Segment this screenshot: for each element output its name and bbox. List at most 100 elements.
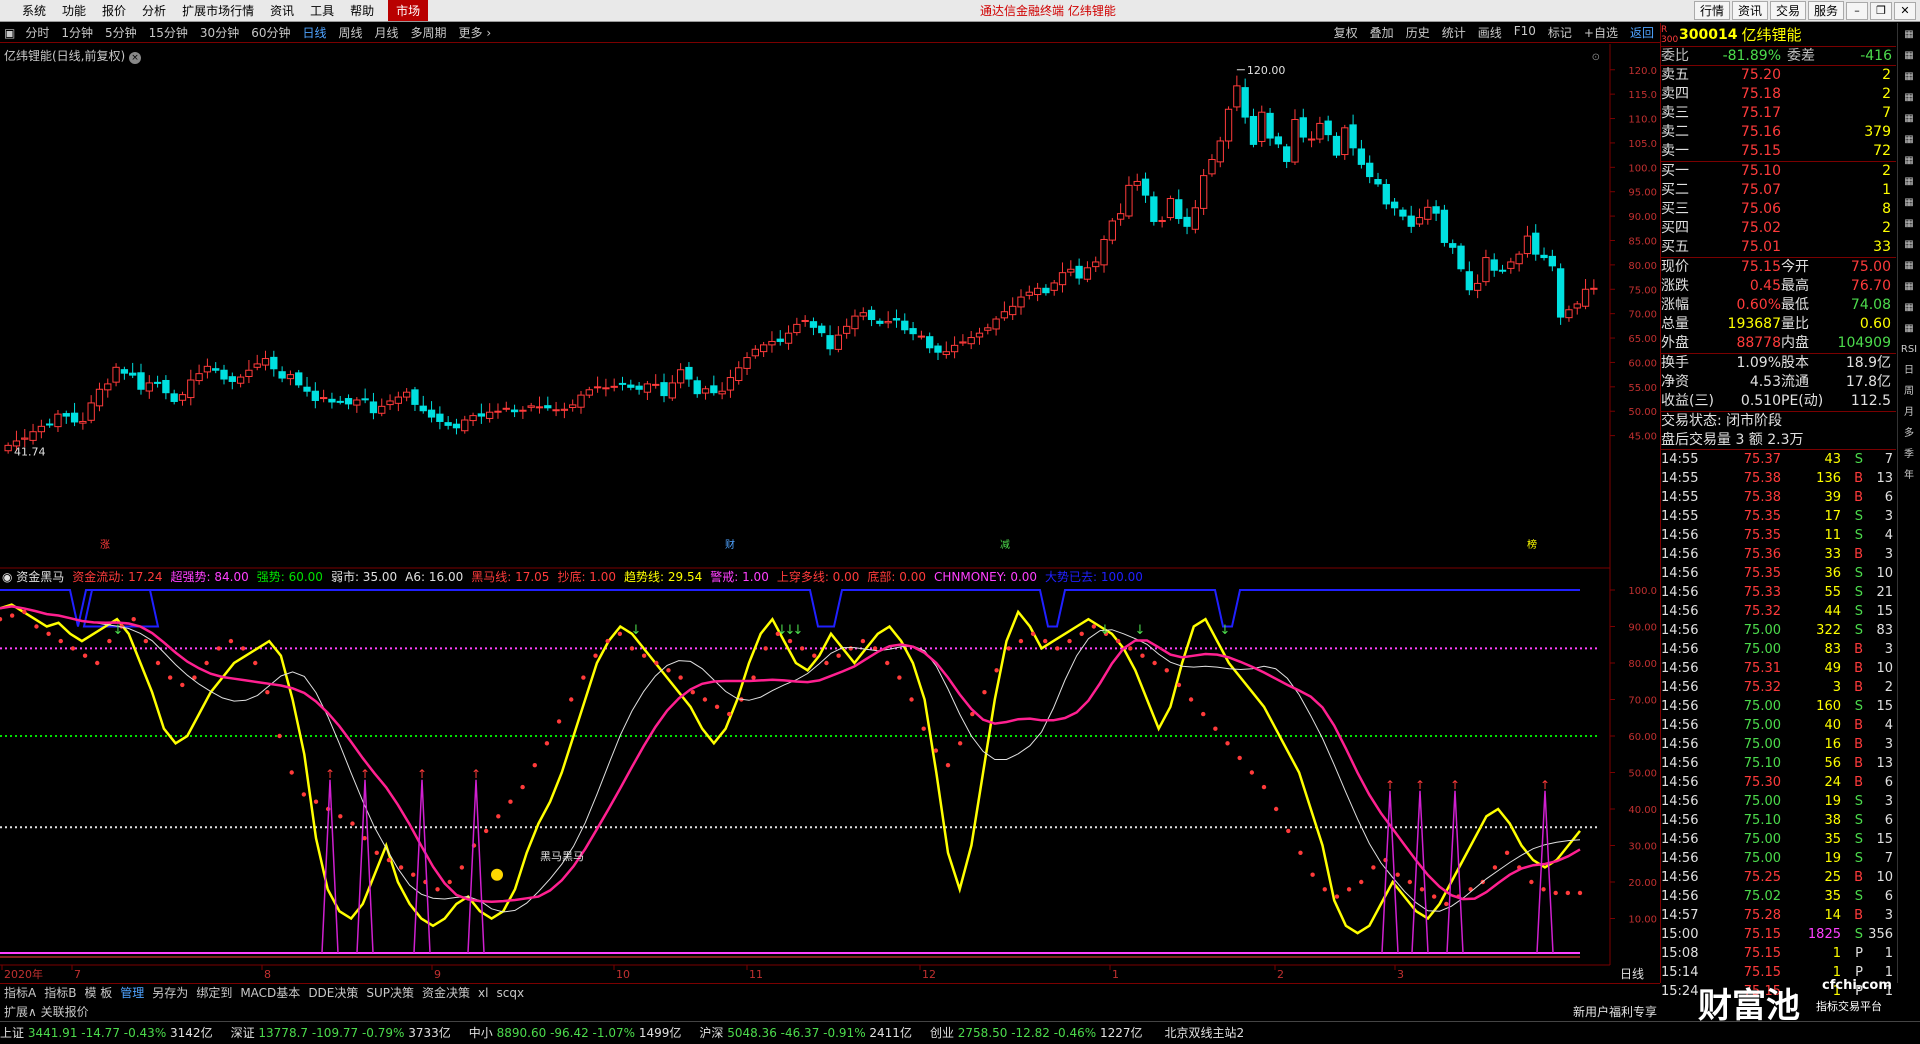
- news-tab-button[interactable]: 资讯: [1731, 1, 1768, 20]
- add-watchlist-button[interactable]: +自选: [1578, 24, 1624, 41]
- tab-daily[interactable]: 日线: [296, 24, 332, 41]
- indicator-tab[interactable]: 绑定到: [192, 984, 236, 1001]
- side-tool-icon[interactable]: ▦: [1900, 236, 1918, 254]
- candle-body: [668, 382, 676, 399]
- ind-ytick-label: 70.00: [1628, 696, 1657, 707]
- tab-5min[interactable]: 5分钟: [99, 24, 143, 41]
- indicator-tab[interactable]: 模 板: [80, 984, 116, 1001]
- menu-item-function[interactable]: 功能: [54, 2, 94, 19]
- indicator-tab[interactable]: 指标B: [40, 984, 80, 1001]
- tick-time: 14:55: [1661, 509, 1699, 524]
- menu-item-ext-market[interactable]: 扩展市场行情: [174, 2, 262, 19]
- side-tool-icon[interactable]: 日: [1900, 362, 1918, 380]
- candle-body: [212, 368, 220, 371]
- indicator-tab[interactable]: DDE决策: [304, 984, 362, 1001]
- chart-area[interactable]: 120.0 115.0 110.0 105.0 100.0 95.00 90.00 85.00…: [0, 44, 1660, 1044]
- tab-intraday[interactable]: 分时: [19, 24, 55, 41]
- side-tool-icon[interactable]: 多: [1900, 425, 1918, 443]
- return-button[interactable]: 返回: [1624, 24, 1660, 41]
- tab-weekly[interactable]: 周线: [333, 24, 369, 41]
- market-button[interactable]: 市场: [388, 0, 429, 21]
- menu-item-analysis[interactable]: 分析: [134, 2, 174, 19]
- ext-toggle[interactable]: 扩展∧ 关联报价: [4, 1003, 89, 1020]
- side-tool-icon[interactable]: 年: [1900, 467, 1918, 485]
- window-icon[interactable]: ▣: [0, 26, 19, 40]
- trade-tab-button[interactable]: 交易: [1769, 1, 1806, 20]
- indicator-tab[interactable]: 管理: [116, 984, 148, 1001]
- indicator-tab[interactable]: xl: [474, 986, 492, 1000]
- side-tool-icon[interactable]: ▦: [1900, 278, 1918, 296]
- side-tool-icon[interactable]: ▦: [1900, 131, 1918, 149]
- tab-more[interactable]: 更多 ›: [453, 24, 498, 41]
- candle-body: [843, 325, 851, 334]
- index-quote[interactable]: 创业 2758.50 -12.82 -0.46% 1227亿: [930, 1024, 1143, 1041]
- side-tool-icon[interactable]: ▦: [1900, 299, 1918, 317]
- tab-multi-period[interactable]: 多周期: [405, 24, 453, 41]
- tick-list[interactable]: 14:55 75.37 43 S 7 14:55 75.38 136 B 13 14:55 75.38…: [1661, 450, 1896, 1001]
- menu-item-system[interactable]: 系统: [14, 2, 54, 19]
- ind-ytick-label: 60.00: [1628, 732, 1657, 743]
- indicator-tab[interactable]: 另存为: [148, 984, 192, 1001]
- index-quote[interactable]: 上证 3441.91 -14.77 -0.43% 3142亿: [0, 1024, 213, 1041]
- side-tool-icon[interactable]: ▦: [1900, 68, 1918, 86]
- tab-60min[interactable]: 60分钟: [245, 24, 296, 41]
- menu-item-help[interactable]: 帮助: [342, 2, 382, 19]
- candle-body: [220, 369, 228, 380]
- info-circle-icon[interactable]: ×: [129, 52, 142, 64]
- side-tool-icon[interactable]: ▦: [1900, 194, 1918, 212]
- index-quote[interactable]: 深证 13778.7 -109.77 -0.79% 3733亿: [231, 1024, 451, 1041]
- candle-body: [1150, 196, 1158, 222]
- tab-15min[interactable]: 15分钟: [143, 24, 194, 41]
- side-tool-icon[interactable]: ▦: [1900, 152, 1918, 170]
- side-tool-icon[interactable]: ▦: [1900, 320, 1918, 338]
- tab-monthly[interactable]: 月线: [369, 24, 405, 41]
- history-button[interactable]: 历史: [1400, 24, 1436, 41]
- tab-30min[interactable]: 30分钟: [194, 24, 245, 41]
- money-flow-dot: [1091, 624, 1097, 629]
- side-tool-icon[interactable]: RSI: [1900, 341, 1918, 359]
- index-quote[interactable]: 沪深 5048.36 -46.37 -0.91% 2411亿: [699, 1024, 912, 1041]
- indicator-tab[interactable]: 指标A: [0, 984, 40, 1001]
- side-tool-icon[interactable]: ▦: [1900, 110, 1918, 128]
- menu-item-tools[interactable]: 工具: [302, 2, 342, 19]
- indicator-tab[interactable]: SUP决策: [362, 984, 418, 1001]
- side-tool-icon[interactable]: ▦: [1900, 173, 1918, 191]
- service-tab-button[interactable]: 服务: [1807, 1, 1844, 20]
- tick-time: 14:56: [1661, 851, 1699, 866]
- side-tool-icon[interactable]: 周: [1900, 383, 1918, 401]
- menu-item-quote[interactable]: 报价: [94, 2, 134, 19]
- side-tool-icon[interactable]: ▦: [1900, 47, 1918, 65]
- ytick-label: 75.00: [1628, 285, 1657, 296]
- f10-button[interactable]: F10: [1508, 24, 1542, 41]
- menu-item-news[interactable]: 资讯: [262, 2, 302, 19]
- quote-tab-button[interactable]: 行情: [1693, 1, 1730, 20]
- money-flow-dot: [34, 624, 39, 629]
- tick-row: 14:56 75.31 49 B 10: [1661, 659, 1896, 678]
- side-tool-icon[interactable]: ▦: [1900, 89, 1918, 107]
- adjust-button[interactable]: 复权: [1328, 24, 1364, 41]
- overlay-button[interactable]: 叠加: [1364, 24, 1400, 41]
- indicator-name[interactable]: ◉ 资金黑马: [2, 570, 64, 584]
- indicator-tab[interactable]: 资金决策: [418, 984, 474, 1001]
- minimize-icon[interactable]: –: [1846, 1, 1868, 20]
- tick-time: 14:56: [1661, 775, 1699, 790]
- mark-button[interactable]: 标记: [1542, 24, 1578, 41]
- side-tool-icon[interactable]: ▦: [1900, 215, 1918, 233]
- side-tool-icon[interactable]: 月: [1900, 404, 1918, 422]
- side-tool-icon[interactable]: ▦: [1900, 257, 1918, 275]
- tick-price: 75.10: [1743, 813, 1781, 828]
- indicator-tab[interactable]: MACD基本: [236, 984, 304, 1001]
- server-status[interactable]: 北京双线主站2: [1165, 1024, 1245, 1041]
- index-quote[interactable]: 中小 8890.60 -96.42 -1.07% 1499亿: [469, 1024, 682, 1041]
- money-flow-dot: [58, 638, 63, 644]
- candle-body: [942, 351, 950, 356]
- restore-icon[interactable]: ❐: [1870, 1, 1892, 20]
- close-icon[interactable]: ✕: [1894, 1, 1916, 20]
- side-tool-icon[interactable]: ▦: [1900, 26, 1918, 44]
- indicator-tab[interactable]: scqx: [492, 986, 528, 1000]
- side-tool-icon[interactable]: 季: [1900, 446, 1918, 464]
- promo-link[interactable]: 新用户福利专享: [1573, 1003, 1657, 1020]
- tab-1min[interactable]: 1分钟: [55, 24, 99, 41]
- draw-button[interactable]: 画线: [1472, 24, 1508, 41]
- stats-button[interactable]: 统计: [1436, 24, 1472, 41]
